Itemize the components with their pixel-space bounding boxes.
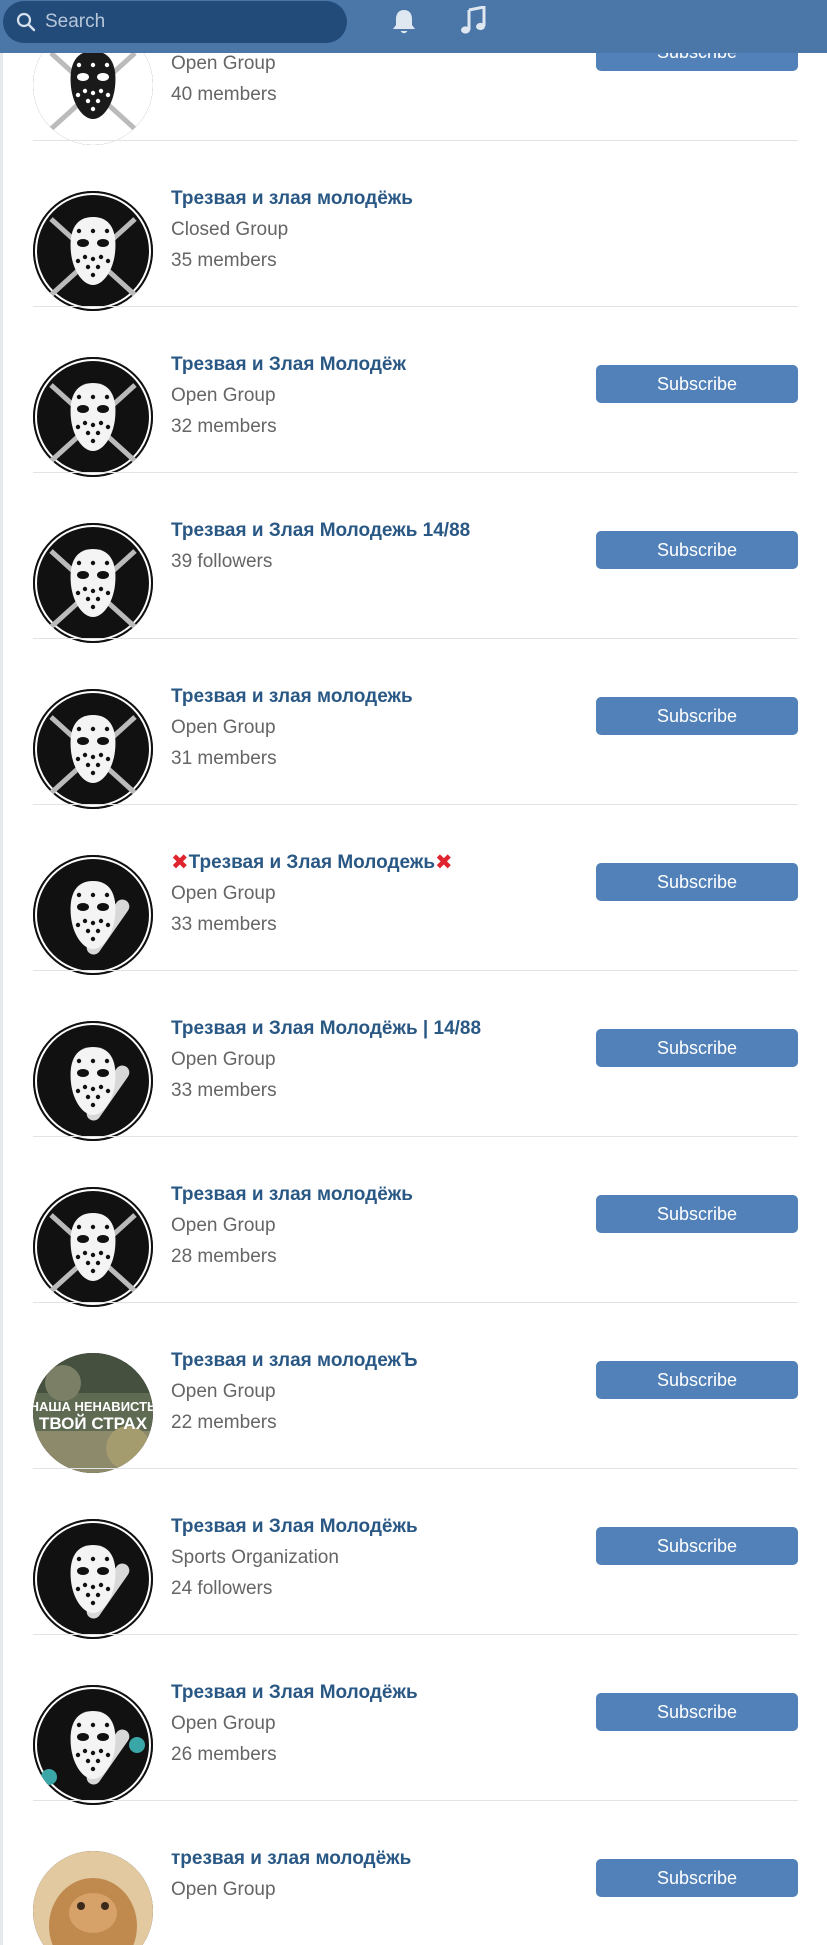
group-type: Open Group [171, 1879, 276, 1900]
subscribe-button[interactable]: Subscribe [596, 531, 798, 569]
subscribe-button[interactable]: Subscribe [596, 1029, 798, 1067]
group-avatar[interactable] [33, 1685, 153, 1805]
top-bar [0, 0, 827, 53]
search-input[interactable] [45, 1, 335, 43]
bell-icon[interactable] [390, 7, 418, 37]
group-row[interactable]: Трезвая и злая молодёжь Open Group 28 memb… [0, 1137, 827, 1307]
red-x-icon: ✖ [435, 851, 453, 874]
group-member-count: 31 members [171, 748, 277, 769]
group-row[interactable]: Трезвая и Злая Молодёж Open Group 32 membe… [0, 307, 827, 477]
group-info: Трезвая и Злая Молодежь 14/88 39 follower… [171, 519, 591, 574]
group-info: Трезвая и злая молодежь Open Group 31 memb… [171, 685, 591, 771]
group-name-link[interactable]: Трезвая и злая молодежь [171, 685, 591, 709]
group-info: Трезвая и Злая Молодёжь Sports Organizati… [171, 1515, 591, 1601]
group-info: трезвая и злая молодёжь Open Group [171, 1847, 591, 1902]
group-name-link[interactable]: Трезвая и Злая Молодёж [171, 353, 591, 377]
group-avatar[interactable] [33, 1851, 153, 1945]
group-member-count: 35 members [171, 250, 277, 271]
subscribe-button[interactable]: Subscribe [596, 863, 798, 901]
group-avatar[interactable] [33, 1187, 153, 1307]
group-name-link[interactable]: Трезвая и Злая Молодёжь [171, 1515, 591, 1539]
group-member-count: 33 members [171, 914, 277, 935]
group-row[interactable]: Трезвая и Злая Молодёжь Open Group 26 memb… [0, 1635, 827, 1805]
group-name-link[interactable]: Трезвая и злая молодежЪ [171, 1349, 591, 1373]
group-type: 39 followers [171, 551, 273, 572]
search-icon [16, 12, 36, 32]
subscribe-button[interactable]: Subscribe [596, 697, 798, 735]
subscribe-button[interactable]: Subscribe [596, 1859, 798, 1897]
group-row[interactable]: Трезвая и Злая Молодежь 14/88 39 follower… [0, 473, 827, 643]
group-info: Трезвая и злая молодёжь Open Group 28 memb… [171, 1183, 591, 1269]
group-type: Open Group [171, 1713, 276, 1734]
group-member-count: 24 followers [171, 1578, 273, 1599]
svg-text:ТВОЙ СТРАХ: ТВОЙ СТРАХ [39, 1414, 148, 1433]
group-type: Open Group [171, 53, 276, 74]
group-avatar[interactable] [33, 855, 153, 975]
group-member-count: 28 members [171, 1246, 277, 1267]
group-row[interactable]: ✖Трезвая и Злая Молодежь✖ Open Group 33 me… [0, 805, 827, 975]
subscribe-button[interactable]: Subscribe [596, 1361, 798, 1399]
group-avatar[interactable] [33, 357, 153, 477]
group-type: Sports Organization [171, 1547, 339, 1568]
group-type: Open Group [171, 883, 276, 904]
group-member-count: 26 members [171, 1744, 277, 1765]
subscribe-button[interactable]: Subscribe [596, 365, 798, 403]
group-row[interactable]: НАША НЕНАВИСТЬ ТВОЙ СТРАХ Трезвая и злая м… [0, 1303, 827, 1473]
group-name-link[interactable]: Трезвая и Злая Молодежь 14/88 [171, 519, 591, 543]
group-type: Open Group [171, 1381, 276, 1402]
svg-text:НАША НЕНАВИСТЬ: НАША НЕНАВИСТЬ [33, 1399, 153, 1414]
group-row[interactable]: трезвая и злая молодёжь Open Group Subscri… [0, 1801, 827, 1945]
search-box[interactable] [3, 1, 347, 43]
subscribe-button[interactable]: Subscribe [596, 1693, 798, 1731]
group-name-link[interactable]: Трезвая и Злая Молодёжь [171, 1681, 591, 1705]
group-member-count: 32 members [171, 416, 277, 437]
group-name-link[interactable]: трезвая и злая молодёжь [171, 1847, 591, 1871]
subscribe-button[interactable]: Subscribe [596, 1527, 798, 1565]
group-search-results-page: Трезвая и Злая Молодёжь 14/88Open Group4… [0, 0, 827, 1945]
group-info: Трезвая и злая молодежЪ Open Group 22 memb… [171, 1349, 591, 1435]
group-name-link[interactable]: ✖Трезвая и Злая Молодежь✖ [171, 851, 591, 875]
group-type: Closed Group [171, 219, 289, 240]
group-type: Open Group [171, 385, 276, 406]
group-avatar[interactable] [33, 523, 153, 643]
group-row[interactable]: Трезвая и злая молодежь Open Group 31 memb… [0, 639, 827, 809]
group-avatar[interactable] [33, 1021, 153, 1141]
group-member-count: 33 members [171, 1080, 277, 1101]
group-type: Open Group [171, 1049, 276, 1070]
group-type: Open Group [171, 1215, 276, 1236]
group-info: Трезвая и Злая Молодёжь Open Group 26 memb… [171, 1681, 591, 1767]
group-name-link[interactable]: Трезвая и злая молодёжь [171, 1183, 591, 1207]
group-info: Трезвая и Злая Молодёж Open Group 32 membe… [171, 353, 591, 439]
group-avatar[interactable] [33, 689, 153, 809]
group-info: Трезвая и злая молодёжь Closed Group 35 me… [171, 187, 591, 273]
group-info: Трезвая и Злая Молодёжь | 14/88 Open Grou… [171, 1017, 591, 1103]
red-x-icon: ✖ [171, 851, 189, 874]
group-info: ✖Трезвая и Злая Молодежь✖ Open Group 33 me… [171, 851, 591, 937]
music-note-icon[interactable] [459, 6, 487, 36]
group-avatar[interactable]: НАША НЕНАВИСТЬ ТВОЙ СТРАХ [33, 1353, 153, 1473]
group-name-link[interactable]: Трезвая и Злая Молодёжь | 14/88 [171, 1017, 591, 1041]
group-member-count: 22 members [171, 1412, 277, 1433]
group-avatar[interactable] [33, 191, 153, 311]
group-member-count: 40 members [171, 84, 277, 105]
group-name-link[interactable]: Трезвая и злая молодёжь [171, 187, 591, 211]
group-row[interactable]: Трезвая и Злая Молодёжь Sports Organizati… [0, 1469, 827, 1639]
group-avatar[interactable] [33, 1519, 153, 1639]
group-type: Open Group [171, 717, 276, 738]
group-row[interactable]: Трезвая и Злая Молодёжь | 14/88 Open Grou… [0, 971, 827, 1141]
subscribe-button[interactable]: Subscribe [596, 1195, 798, 1233]
group-row[interactable]: Трезвая и злая молодёжь Closed Group 35 me… [0, 141, 827, 311]
group-name-text: Трезвая и Злая Молодежь [188, 852, 435, 873]
